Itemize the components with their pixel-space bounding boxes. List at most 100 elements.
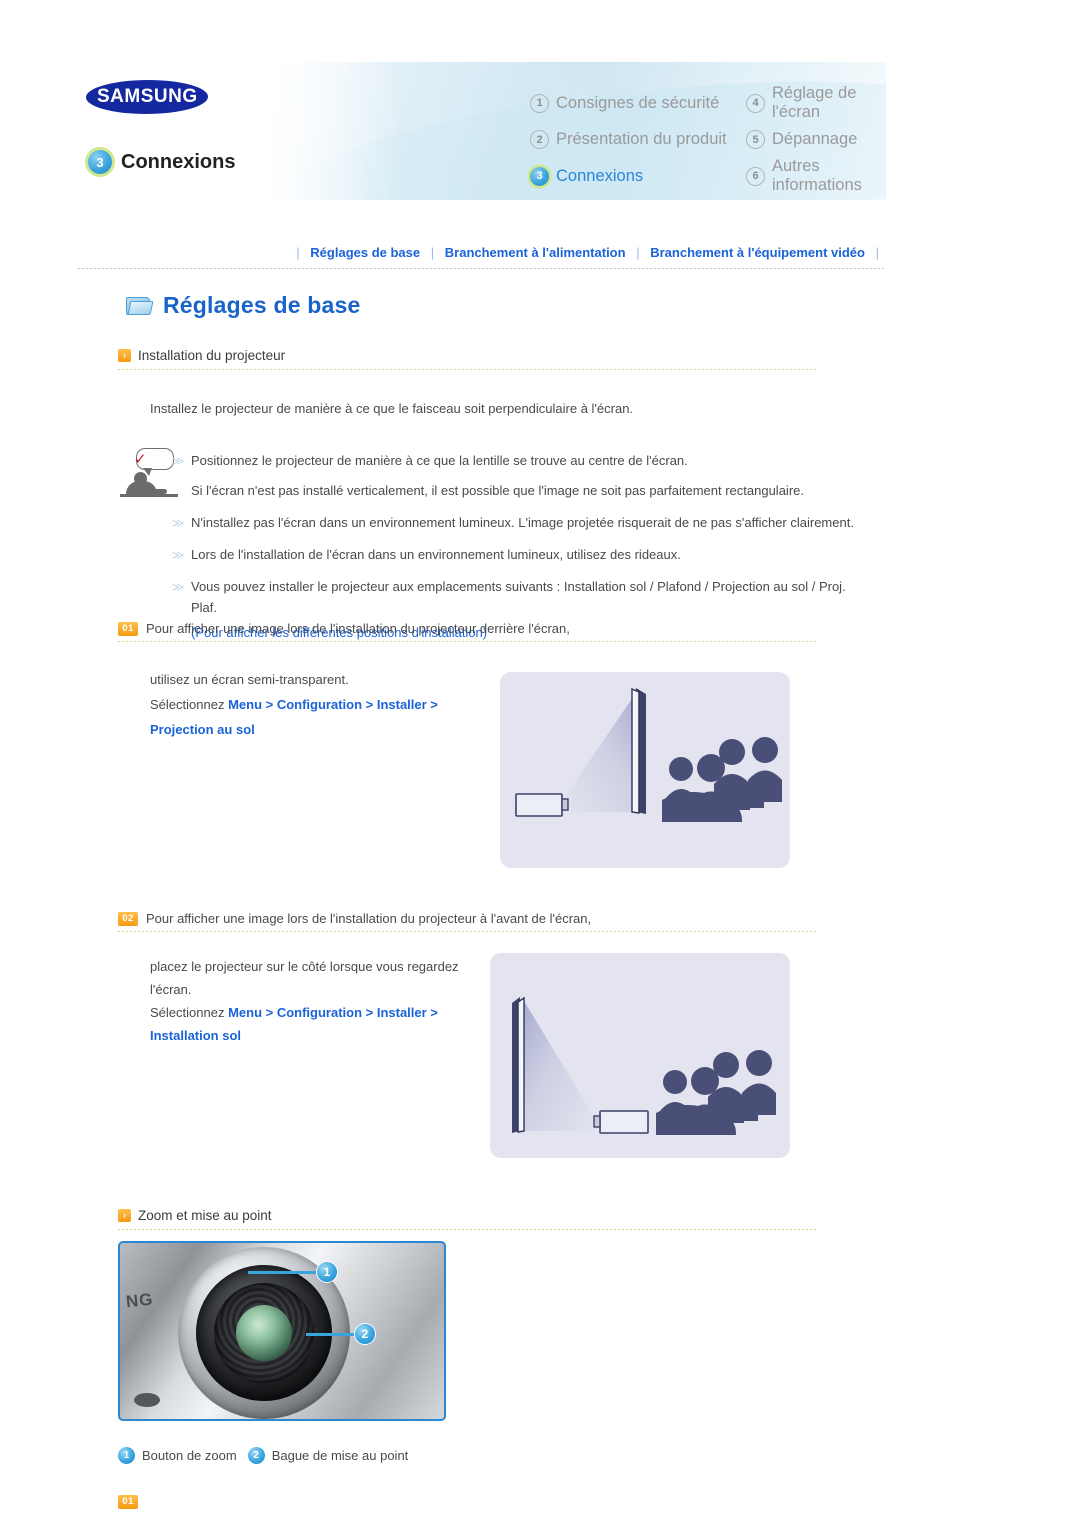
list-item-text: Positionnez le projecteur de manière à c… [191, 453, 688, 468]
menu-item-label: Autres informations [772, 157, 862, 194]
step-02-header: 02 Pour afficher une image lors de l'ins… [118, 911, 591, 926]
menu-number-icon: 3 [530, 166, 549, 186]
legend-item-zoom: 1 Bouton de zoom [118, 1447, 237, 1464]
subnav-item-branchement-equipement-video[interactable]: Branchement à l'équipement vidéo [650, 245, 865, 260]
callout-2-dot: 2 [354, 1323, 376, 1345]
subnav-divider [78, 268, 886, 269]
step-02-line-2: Sélectionnez Menu > Configuration > Inst… [150, 1001, 490, 1024]
intro-paragraph: Installez le projecteur de manière à ce … [150, 401, 634, 416]
menu-item-depannage[interactable]: 5 Dépannage [746, 130, 886, 149]
page-header: SAMSUNG 3 Connexions 1 Consignes de sécu… [78, 62, 886, 200]
subsection-zoom-header: › Zoom et mise au point [118, 1208, 272, 1223]
page-title: Réglages de base [126, 292, 361, 319]
chapter-title: Connexions [121, 150, 236, 173]
menu-item-label: Consignes de sécurité [556, 93, 720, 112]
header-chapter-menu: 1 Consignes de sécurité 4 Réglage de l'é… [530, 84, 886, 195]
chevron-double-icon: ≫ [172, 548, 185, 562]
manual-page: SAMSUNG 3 Connexions 1 Consignes de sécu… [0, 0, 1080, 1528]
lens-glass [236, 1305, 292, 1361]
header-current-chapter: 3 Connexions [88, 150, 235, 174]
page-title-text: Réglages de base [163, 292, 361, 318]
rear-projection-svg [515, 687, 782, 822]
subsection-divider [118, 369, 818, 370]
subnav-separator: | [636, 245, 640, 260]
legend-dot-1: 1 [118, 1447, 135, 1464]
list-item-text: Lors de l'installation de l'écran dans u… [191, 547, 681, 562]
subnav-item-branchement-alimentation[interactable]: Branchement à l'alimentation [445, 245, 626, 260]
step-02-line-2-prefix: Sélectionnez [150, 1005, 229, 1020]
menu-number-icon: 1 [530, 93, 549, 113]
chevron-double-icon: ≫ [172, 580, 185, 594]
note-person-icon: ✓ [120, 448, 178, 500]
footer-step-badge-wrap: 01 [118, 1491, 138, 1509]
chevron-right-icon: › [118, 1209, 131, 1222]
list-item-text: Vous pouvez installer le projecteur aux … [191, 579, 846, 615]
menu-item-label: Présentation du produit [556, 130, 727, 148]
list-item: Si l'écran n'est pas installé verticalem… [172, 480, 872, 501]
menu-item-label: Réglage de l'écran [772, 84, 857, 121]
step-02-divider [118, 931, 818, 932]
front-projection-illustration [490, 953, 790, 1158]
subsection-installation-header: › Installation du projecteur [118, 348, 285, 363]
legend-label-1: Bouton de zoom [142, 1448, 237, 1463]
projector-foot [134, 1393, 160, 1407]
chevron-right-icon: › [118, 349, 131, 362]
step-01-divider [118, 641, 818, 642]
callout-1-dot: 1 [316, 1261, 338, 1283]
subnav-separator: | [875, 245, 879, 260]
step-02-body: placez le projecteur sur le côté lorsque… [150, 955, 490, 1047]
menu-item-label: Connexions [556, 166, 644, 185]
menu-item-presentation-du-produit[interactable]: 2 Présentation du produit [530, 130, 742, 149]
step-02-mode: Installation sol [150, 1028, 242, 1043]
folder-icon [126, 295, 154, 316]
chevron-double-icon: ≫ [172, 454, 185, 468]
step-02-menu-path: Menu > Configuration > Installer > [228, 1005, 438, 1020]
menu-item-connexions[interactable]: 3 Connexions [530, 157, 742, 195]
subnav-separator: | [296, 245, 300, 260]
subnav-separator: | [430, 245, 435, 260]
chevron-double-icon: ≫ [172, 516, 185, 530]
step-number-badge: 02 [118, 911, 138, 926]
step-01-line-2-prefix: Sélectionnez [150, 697, 229, 712]
callout-1-line [248, 1271, 320, 1274]
list-item-text: N'installez pas l'écran dans un environn… [191, 515, 854, 530]
samsung-logo-text: SAMSUNG [96, 86, 198, 107]
legend-dot-2: 2 [247, 1447, 265, 1464]
list-item-text: Si l'écran n'est pas installé verticalem… [191, 483, 804, 498]
step-01-line-2: Sélectionnez Menu > Configuration > Inst… [150, 692, 490, 717]
subsection-title: Zoom et mise au point [138, 1208, 272, 1223]
projector-lens-photo: NG 1 2 [118, 1241, 446, 1421]
rear-projection-illustration [500, 672, 790, 868]
list-item: ≫ Vous pouvez installer le projecteur au… [172, 576, 862, 618]
menu-number-icon: 6 [746, 166, 765, 186]
menu-item-label: Dépannage [772, 130, 858, 148]
list-item: ≫ Lors de l'installation de l'écran dans… [172, 544, 872, 565]
menu-item-reglage-de-lecran[interactable]: 4 Réglage de l'écran [746, 84, 886, 122]
menu-number-icon: 5 [746, 130, 765, 149]
step-01-menu-path: Menu > Configuration > Installer > [228, 697, 438, 712]
menu-number-icon: 2 [530, 130, 549, 149]
legend-item-focus: 2 Bague de mise au point [247, 1447, 408, 1464]
step-01-body: utilisez un écran semi-transparent. Séle… [150, 667, 490, 742]
subnav-item-reglages-de-base[interactable]: Réglages de base [310, 245, 420, 260]
menu-number-icon: 4 [746, 93, 765, 113]
step-02-line-1b: l'écran. [150, 982, 192, 997]
footer-step-badge: 01 [118, 1495, 138, 1509]
subsection-title: Installation du projecteur [138, 348, 286, 363]
subsection-zoom-divider [118, 1229, 818, 1230]
step-02-heading: Pour afficher une image lors de l'instal… [146, 911, 592, 926]
step-01-mode: Projection au sol [150, 722, 255, 737]
menu-item-autres-informations[interactable]: 6 Autres informations [746, 157, 886, 195]
samsung-logo: SAMSUNG [84, 80, 210, 114]
chapter-number-badge: 3 [88, 150, 112, 174]
step-01-header: 01 Pour afficher une image lors de l'ins… [118, 621, 570, 636]
menu-item-consignes-de-securite[interactable]: 1 Consignes de sécurité [530, 84, 742, 122]
projector-brand-text: NG [125, 1289, 155, 1312]
notes-bullet-list: ≫ Positionnez le projecteur de manière à… [172, 450, 872, 643]
step-01-heading: Pour afficher une image lors de l'instal… [146, 621, 570, 636]
step-01-line-1: utilisez un écran semi-transparent. [150, 672, 349, 687]
step-02-line-1: placez le projecteur sur le côté lorsque… [150, 959, 459, 974]
breadcrumb: | Réglages de base | Branchement à l'ali… [78, 245, 886, 260]
step-number-badge: 01 [118, 621, 138, 636]
front-projection-svg [512, 996, 776, 1135]
